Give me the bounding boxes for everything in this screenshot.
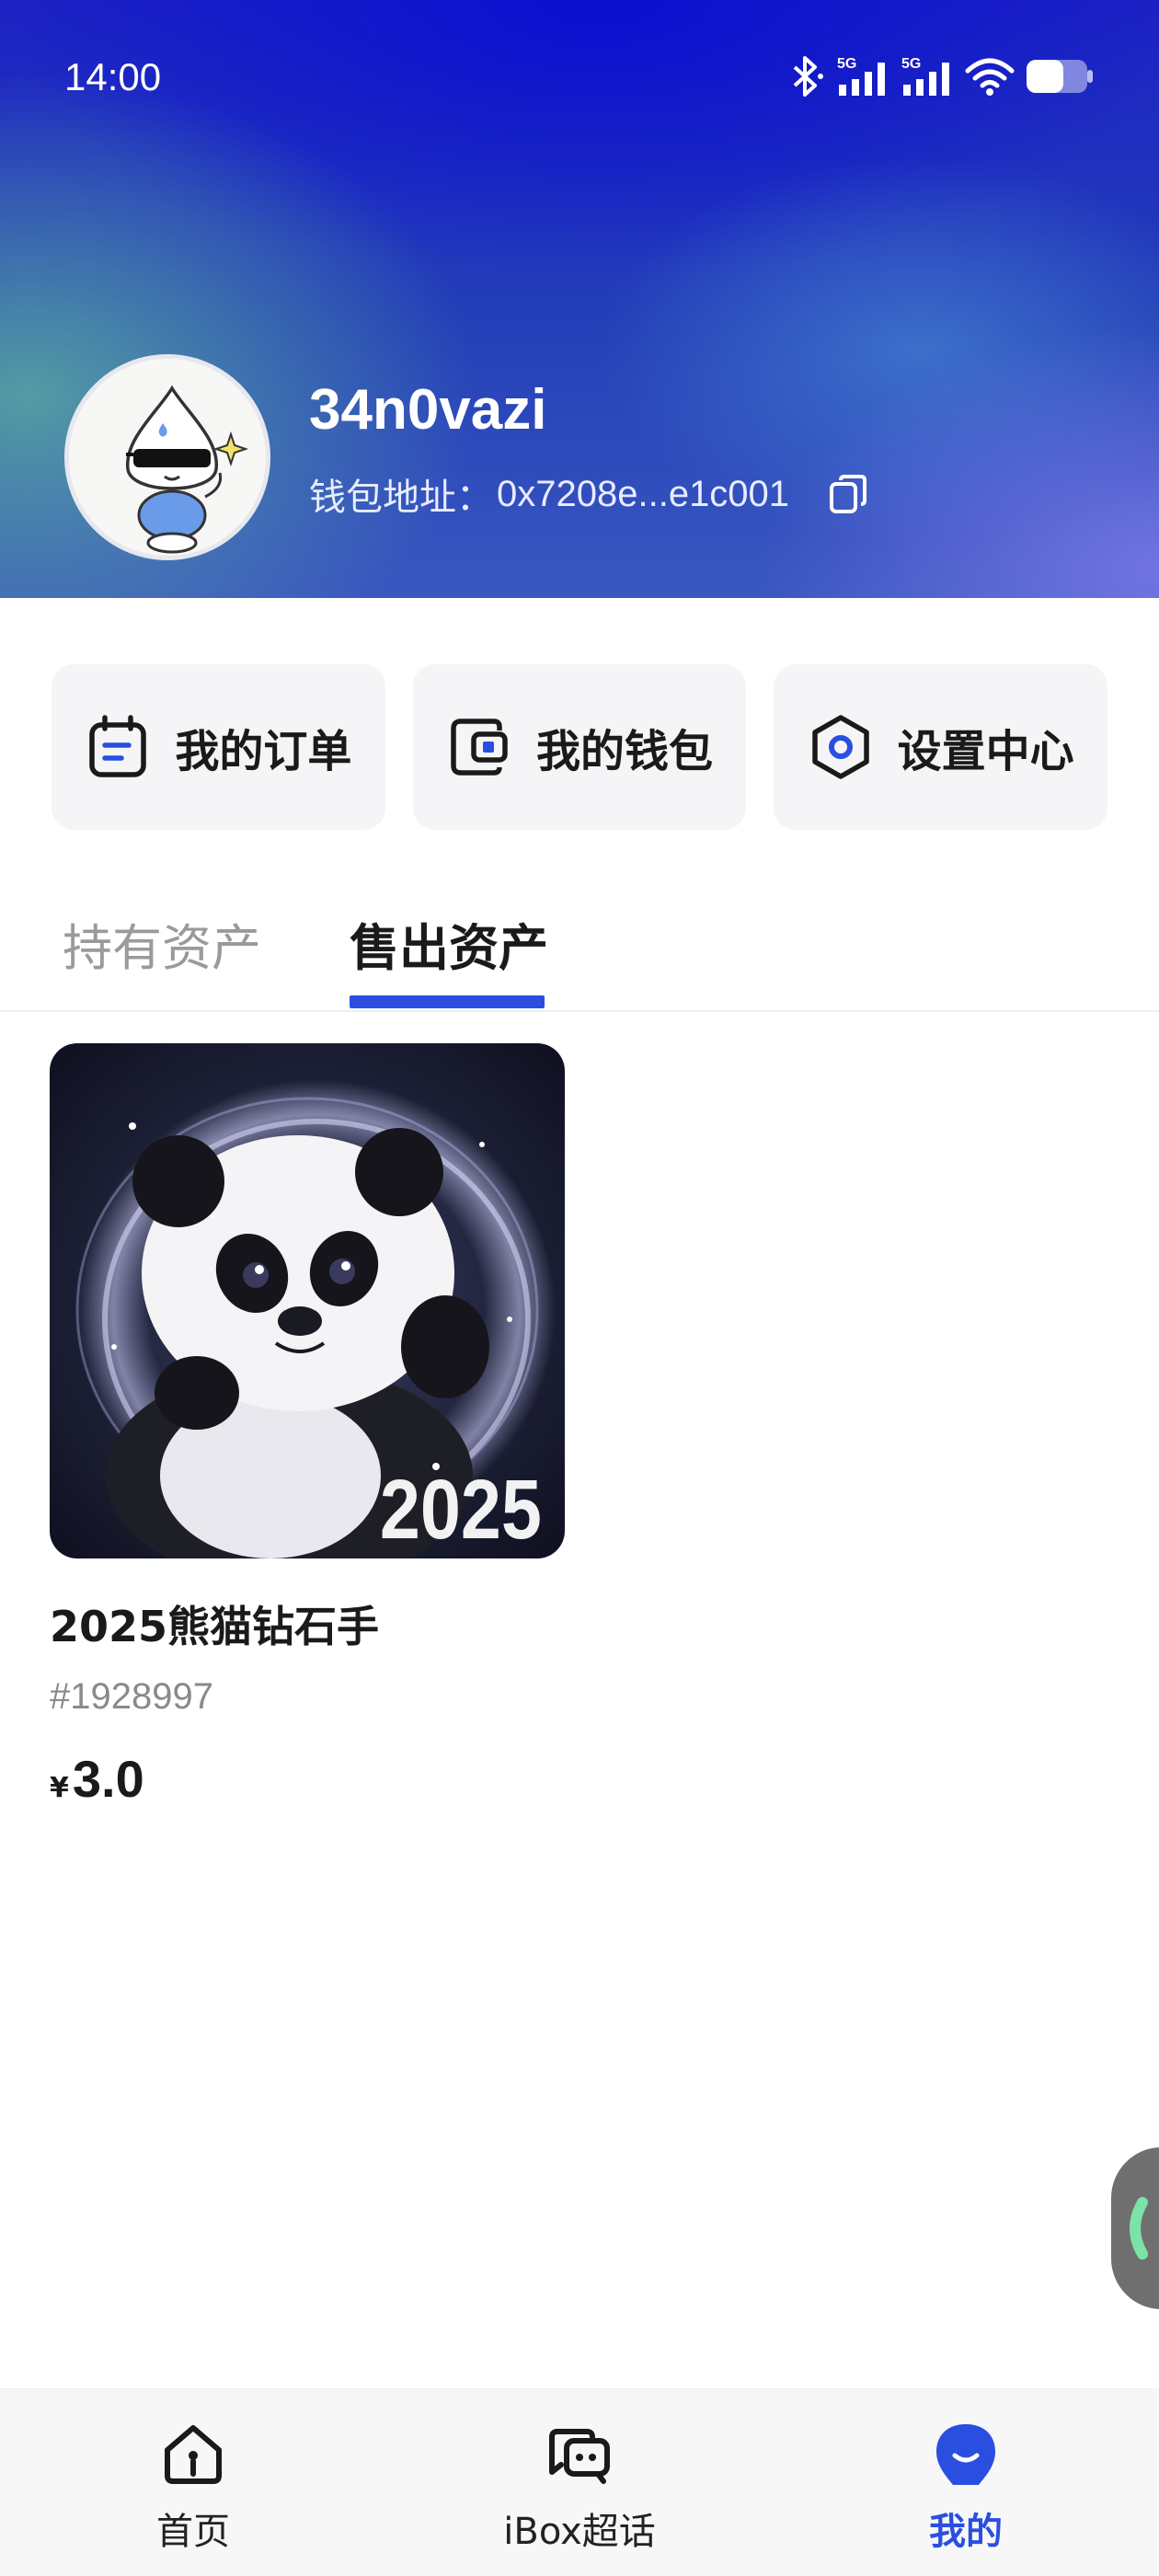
status-icons: 5G 5G (786, 53, 1095, 99)
status-time: 14:00 (64, 55, 162, 98)
chat-icon (549, 2429, 610, 2484)
profile-icon (936, 2424, 995, 2485)
nav-home-label: 首页 (156, 2511, 230, 2553)
username: 34n0vazi (309, 378, 547, 442)
wallet-label: 钱包地址： (309, 477, 493, 519)
asset-price: ¥ 3.0 (50, 1749, 565, 1809)
quick-actions: 我的订单 我的钱包 设置中心 (52, 664, 1108, 830)
order-icon (89, 715, 147, 777)
active-tab-indicator (350, 995, 545, 1008)
asset-image-caption: 2025 (380, 1462, 542, 1557)
asset-tabs: 持有资产 售出资产 (0, 883, 1159, 1012)
tab-sold-assets[interactable]: 售出资产 (350, 907, 548, 980)
price-currency: ¥ (50, 1772, 69, 1804)
profile-header: 14:00 5G 5G 34n0vazi 钱包地址： 0x7208e...e1c… (0, 0, 1159, 598)
wallet-address-row: 钱包地址： 0x7208e...e1c001 (309, 467, 872, 521)
asset-card[interactable]: 2025 2025熊猫钻石手 #1928997 ¥ 3.0 (50, 1043, 565, 1809)
my-wallet-label: 我的钱包 (536, 726, 714, 777)
network-label: 5G (901, 56, 921, 72)
asset-image[interactable]: 2025 (50, 1043, 565, 1558)
my-orders-label: 我的订单 (175, 726, 352, 777)
nav-profile[interactable]: 我的 (773, 2389, 1159, 2576)
settings-center-button[interactable]: 设置中心 (774, 664, 1108, 830)
nav-home[interactable]: 首页 (0, 2389, 386, 2576)
status-bar: 14:00 5G 5G (0, 0, 1159, 156)
copy-icon[interactable] (826, 471, 872, 517)
nav-ibox-topics[interactable]: iBox超话 (386, 2389, 773, 2576)
wallet-address: 0x7208e...e1c001 (497, 473, 790, 514)
avatar-illustration (69, 359, 266, 556)
asset-id: #1928997 (50, 1676, 213, 1717)
asset-name[interactable]: 2025熊猫钻石手 (50, 1593, 565, 1654)
bottom-nav: 首页 iBox超话 我的 (0, 2388, 1159, 2576)
signal-5g-icon: 5G (837, 56, 885, 96)
settings-icon (811, 715, 869, 779)
nav-ibox-topics-label: iBox超话 (503, 2511, 656, 2553)
settings-center-label: 设置中心 (897, 726, 1074, 777)
tab-holding-assets[interactable]: 持有资产 (63, 907, 261, 980)
my-wallet-button[interactable]: 我的钱包 (412, 664, 747, 830)
avatar[interactable] (64, 354, 270, 560)
price-value: 3.0 (72, 1750, 144, 1808)
battery-icon (1027, 60, 1093, 93)
headset-icon (1130, 2197, 1148, 2260)
network-label: 5G (837, 56, 856, 72)
wifi-icon (965, 58, 1015, 96)
nav-profile-label: 我的 (929, 2511, 1003, 2553)
floating-assistant-button[interactable] (1111, 2147, 1159, 2309)
my-orders-button[interactable]: 我的订单 (52, 664, 385, 830)
signal-5g-icon: 5G (901, 56, 949, 96)
wallet-icon (451, 719, 508, 776)
bluetooth-icon (793, 56, 823, 97)
home-icon (165, 2425, 222, 2484)
